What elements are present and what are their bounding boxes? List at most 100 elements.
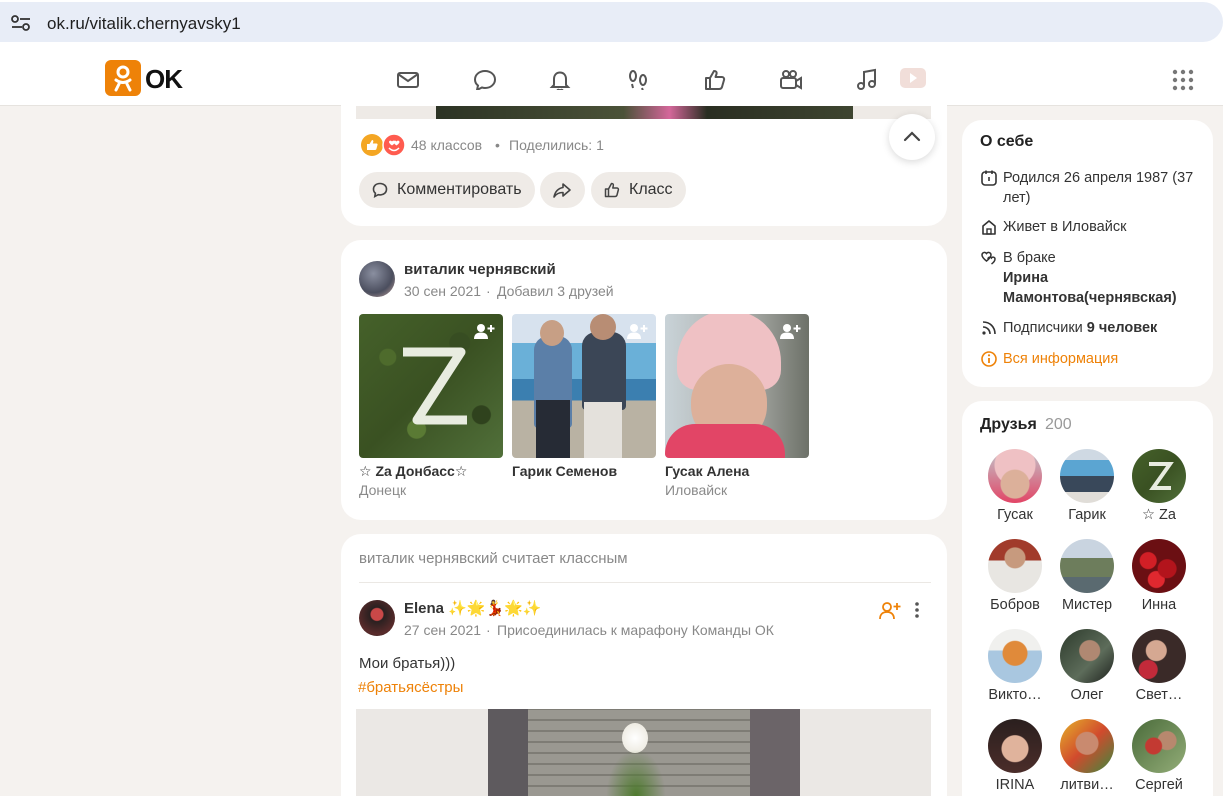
friend-name: IRINA (995, 777, 1035, 793)
calendar-icon (981, 170, 997, 186)
friend-name: ☆ Za (1142, 507, 1176, 523)
birth-info: Родился 26 апреля 1987 (37 лет) (980, 168, 1202, 208)
marital-status: В браке (1003, 250, 1056, 266)
friend-name: Олег (1070, 687, 1104, 703)
friend-item[interactable]: Инна (1123, 539, 1195, 619)
friend-city: Иловайск (665, 482, 728, 498)
add-friend-icon[interactable] (879, 600, 901, 620)
friend-item[interactable]: Свет… (1123, 629, 1195, 709)
info-icon (981, 351, 997, 367)
site-settings-icon[interactable] (10, 14, 32, 32)
friend-name: Мистер (1061, 597, 1113, 613)
friend-item[interactable]: ☆ Za (1123, 449, 1195, 529)
friend-avatar (988, 449, 1042, 503)
friends-title[interactable]: Друзья (980, 416, 1037, 434)
location-text: Живет в Иловайск (1003, 219, 1127, 235)
friend-avatar (1132, 719, 1186, 773)
bullet-separator: · (486, 622, 491, 638)
author-name[interactable]: Elena ✨🌟💃🌟✨ (404, 599, 542, 617)
friend-name: литви… (1060, 777, 1114, 793)
apps-grid-icon[interactable] (1172, 69, 1194, 91)
rss-icon (982, 321, 996, 335)
add-friend-icon[interactable] (473, 322, 495, 340)
url-field[interactable]: ok.ru/vitalik.chernyavsky1 (0, 2, 1223, 42)
friend-item[interactable]: Мистер (1051, 539, 1123, 619)
shares-count[interactable]: Поделились: 1 (509, 137, 604, 153)
friend-item[interactable]: Олег (1051, 629, 1123, 709)
friend-item[interactable]: Гарик (1051, 449, 1123, 529)
friend-item[interactable]: Бобров (979, 539, 1051, 619)
friend-avatar (1060, 719, 1114, 773)
post-date[interactable]: 27 сен 2021 (404, 622, 481, 638)
friend-item[interactable]: Сергей (1123, 719, 1195, 796)
add-friend-icon[interactable] (779, 322, 801, 340)
author-avatar[interactable] (359, 261, 395, 297)
post-action: Добавил 3 друзей (497, 283, 614, 299)
reactions-icons[interactable] (360, 132, 410, 163)
share-button[interactable] (540, 172, 585, 208)
chevron-up-icon (903, 131, 921, 142)
friend-avatar (988, 629, 1042, 683)
friend-avatar (1132, 449, 1186, 503)
subscribers-info[interactable]: Подписчики 9 человек (980, 318, 1202, 338)
ok-logo-icon[interactable] (105, 60, 141, 96)
post-text: Мои братья))) (359, 655, 456, 672)
bullet-separator: • (495, 137, 500, 153)
video-play-icon[interactable] (898, 64, 926, 92)
location-info: Живет в Иловайск (980, 217, 1202, 237)
friend-avatar (1060, 629, 1114, 683)
divider (359, 582, 931, 583)
friend-name: Инна (1141, 597, 1177, 613)
post-image[interactable] (356, 106, 931, 119)
browser-address-bar: ok.ru/vitalik.chernyavsky1 (0, 0, 1223, 52)
all-info-link[interactable]: Вся информация (980, 349, 1202, 369)
author-name[interactable]: виталик чернявский (404, 261, 556, 278)
friend-city: Донецк (359, 482, 407, 498)
post-date[interactable]: 30 сен 2021 (404, 283, 481, 299)
bullet-separator: · (486, 283, 491, 299)
thumbs-up-icon (604, 182, 620, 198)
friend-name[interactable]: ☆ Za Донбасс☆ (359, 463, 467, 480)
about-title: О себе (980, 133, 1034, 150)
all-info-text: Вся информация (1003, 351, 1119, 367)
friend-item[interactable]: литви… (1051, 719, 1123, 796)
comment-button[interactable]: Комментировать (359, 172, 535, 208)
friend-name: Бобров (990, 597, 1040, 613)
post-hashtag[interactable]: #братьясёстры (358, 679, 463, 696)
friend-item[interactable]: IRINA (979, 719, 1051, 796)
url-text: ok.ru/vitalik.chernyavsky1 (47, 14, 241, 33)
ok-logo-text[interactable]: OK (145, 64, 183, 95)
friend-avatar (988, 719, 1042, 773)
like-button[interactable]: Класс (591, 172, 686, 208)
like-label: Класс (629, 181, 673, 198)
friend-avatar (1132, 629, 1186, 683)
friend-name: Сергей (1135, 777, 1183, 793)
share-icon (553, 183, 571, 198)
liked-by-header[interactable]: виталик чернявский считает классным (359, 550, 628, 567)
comment-icon (372, 182, 388, 198)
friend-item[interactable]: Гусак (979, 449, 1051, 529)
hearts-icon (981, 251, 996, 265)
author-avatar[interactable] (359, 600, 395, 636)
subscribers-count: 9 человек (1086, 320, 1158, 336)
post-image[interactable] (356, 709, 931, 796)
friend-item[interactable]: Викто… (979, 629, 1051, 709)
friend-name: Викто… (988, 687, 1042, 703)
subscribers-label: Подписчики (1003, 320, 1083, 336)
spouse-name[interactable]: Ирина Мамонтова(чернявская) (1003, 268, 1193, 308)
friend-name: Свет… (1135, 687, 1183, 703)
friend-avatar (1060, 449, 1114, 503)
comment-label: Комментировать (397, 181, 522, 198)
reactions-count[interactable]: 48 классов (411, 137, 482, 153)
add-friend-icon[interactable] (626, 322, 648, 340)
friend-avatar (1060, 539, 1114, 593)
friend-name: Гусак (997, 507, 1033, 523)
scroll-to-top-button[interactable] (889, 114, 935, 160)
post-action: Присоединилась к марафону Команды ОК (497, 622, 774, 638)
friends-count[interactable]: 200 (1045, 416, 1072, 434)
friend-name[interactable]: Гусак Алена (665, 463, 749, 479)
friend-avatar (988, 539, 1042, 593)
friend-name[interactable]: Гарик Семенов (512, 463, 617, 479)
more-options-icon[interactable] (911, 600, 923, 620)
friend-name: Гарик (1068, 507, 1106, 523)
